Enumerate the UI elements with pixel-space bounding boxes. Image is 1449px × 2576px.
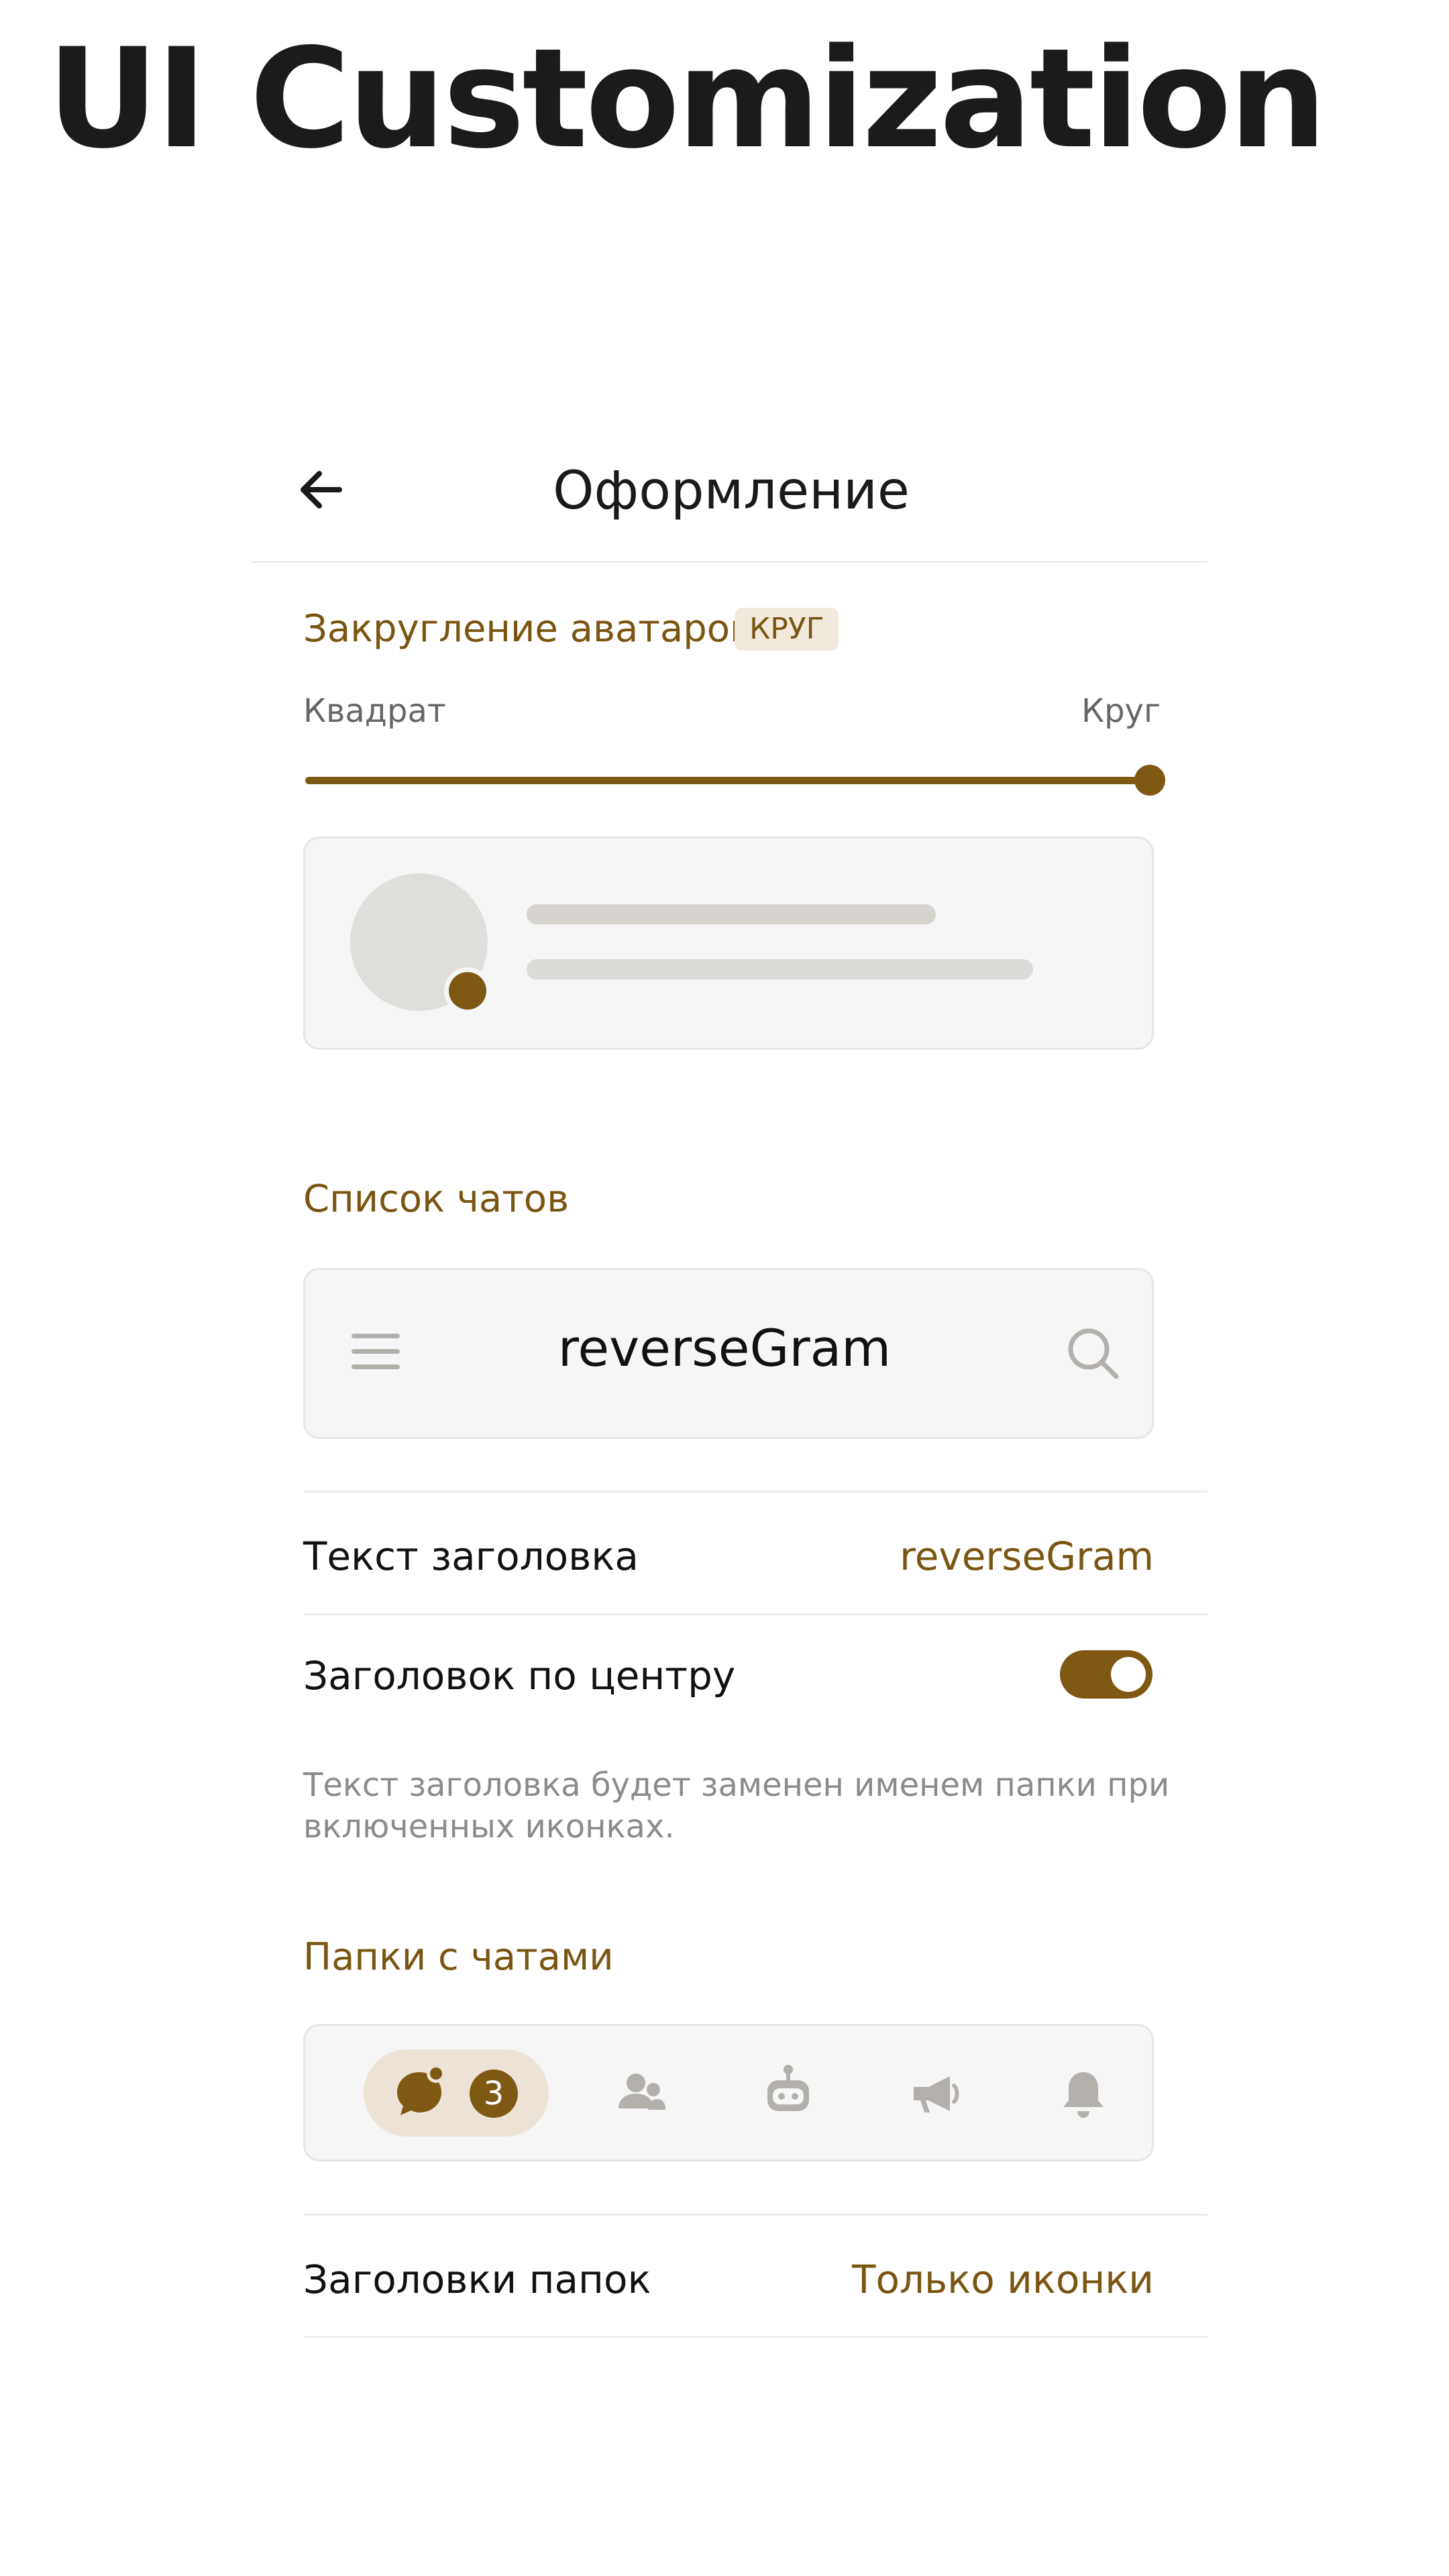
center-title-hint: Текст заголовка будет заменен именем пап… xyxy=(303,1766,1170,1845)
center-title-toggle[interactable] xyxy=(1060,1650,1152,1699)
title-text-label: Текст заголовка xyxy=(303,1534,639,1579)
title-text-value: reverseGram xyxy=(900,1534,1154,1579)
megaphone-icon[interactable] xyxy=(899,2056,973,2130)
center-title-label: Заголовок по центру xyxy=(303,1653,736,1699)
chat-bubble-icon xyxy=(382,2056,456,2130)
users-icon[interactable] xyxy=(604,2056,678,2130)
rounding-slider-track[interactable] xyxy=(305,777,1150,784)
row-divider xyxy=(303,2336,1208,2338)
row-divider xyxy=(303,2214,1208,2216)
slider-min-label: Квадрат xyxy=(303,692,446,730)
page-title: Оформление xyxy=(553,461,910,521)
preview-skeleton-subtitle xyxy=(527,959,1033,979)
header-divider xyxy=(252,561,1208,563)
menu-icon xyxy=(349,1328,402,1375)
rounding-value-badge: КРУГ xyxy=(735,608,839,651)
rounding-slider-thumb[interactable] xyxy=(1134,765,1165,796)
folders-header: Папки с чатами xyxy=(303,1935,614,1979)
row-divider xyxy=(303,1613,1208,1615)
slider-max-label: Круг xyxy=(1081,692,1161,730)
toggle-knob xyxy=(1111,1657,1146,1692)
folder-titles-value: Только иконки xyxy=(852,2257,1154,2302)
row-divider xyxy=(303,1491,1208,1493)
chat-list-preview-title: reverseGram xyxy=(557,1318,892,1378)
search-icon xyxy=(1064,1324,1122,1382)
avatar-rounding-header: Закругление аватарок xyxy=(303,607,753,651)
folder-titles-label: Заголовки папок xyxy=(303,2257,651,2302)
preview-skeleton-title xyxy=(527,904,936,924)
promo-title: UI Customization xyxy=(47,19,1327,179)
bot-icon[interactable] xyxy=(751,2056,825,2130)
chat-list-header: Список чатов xyxy=(303,1177,570,1221)
unread-count-badge: 3 xyxy=(470,2070,518,2118)
preview-status-dot xyxy=(449,972,486,1010)
bell-icon[interactable] xyxy=(1046,2056,1120,2130)
